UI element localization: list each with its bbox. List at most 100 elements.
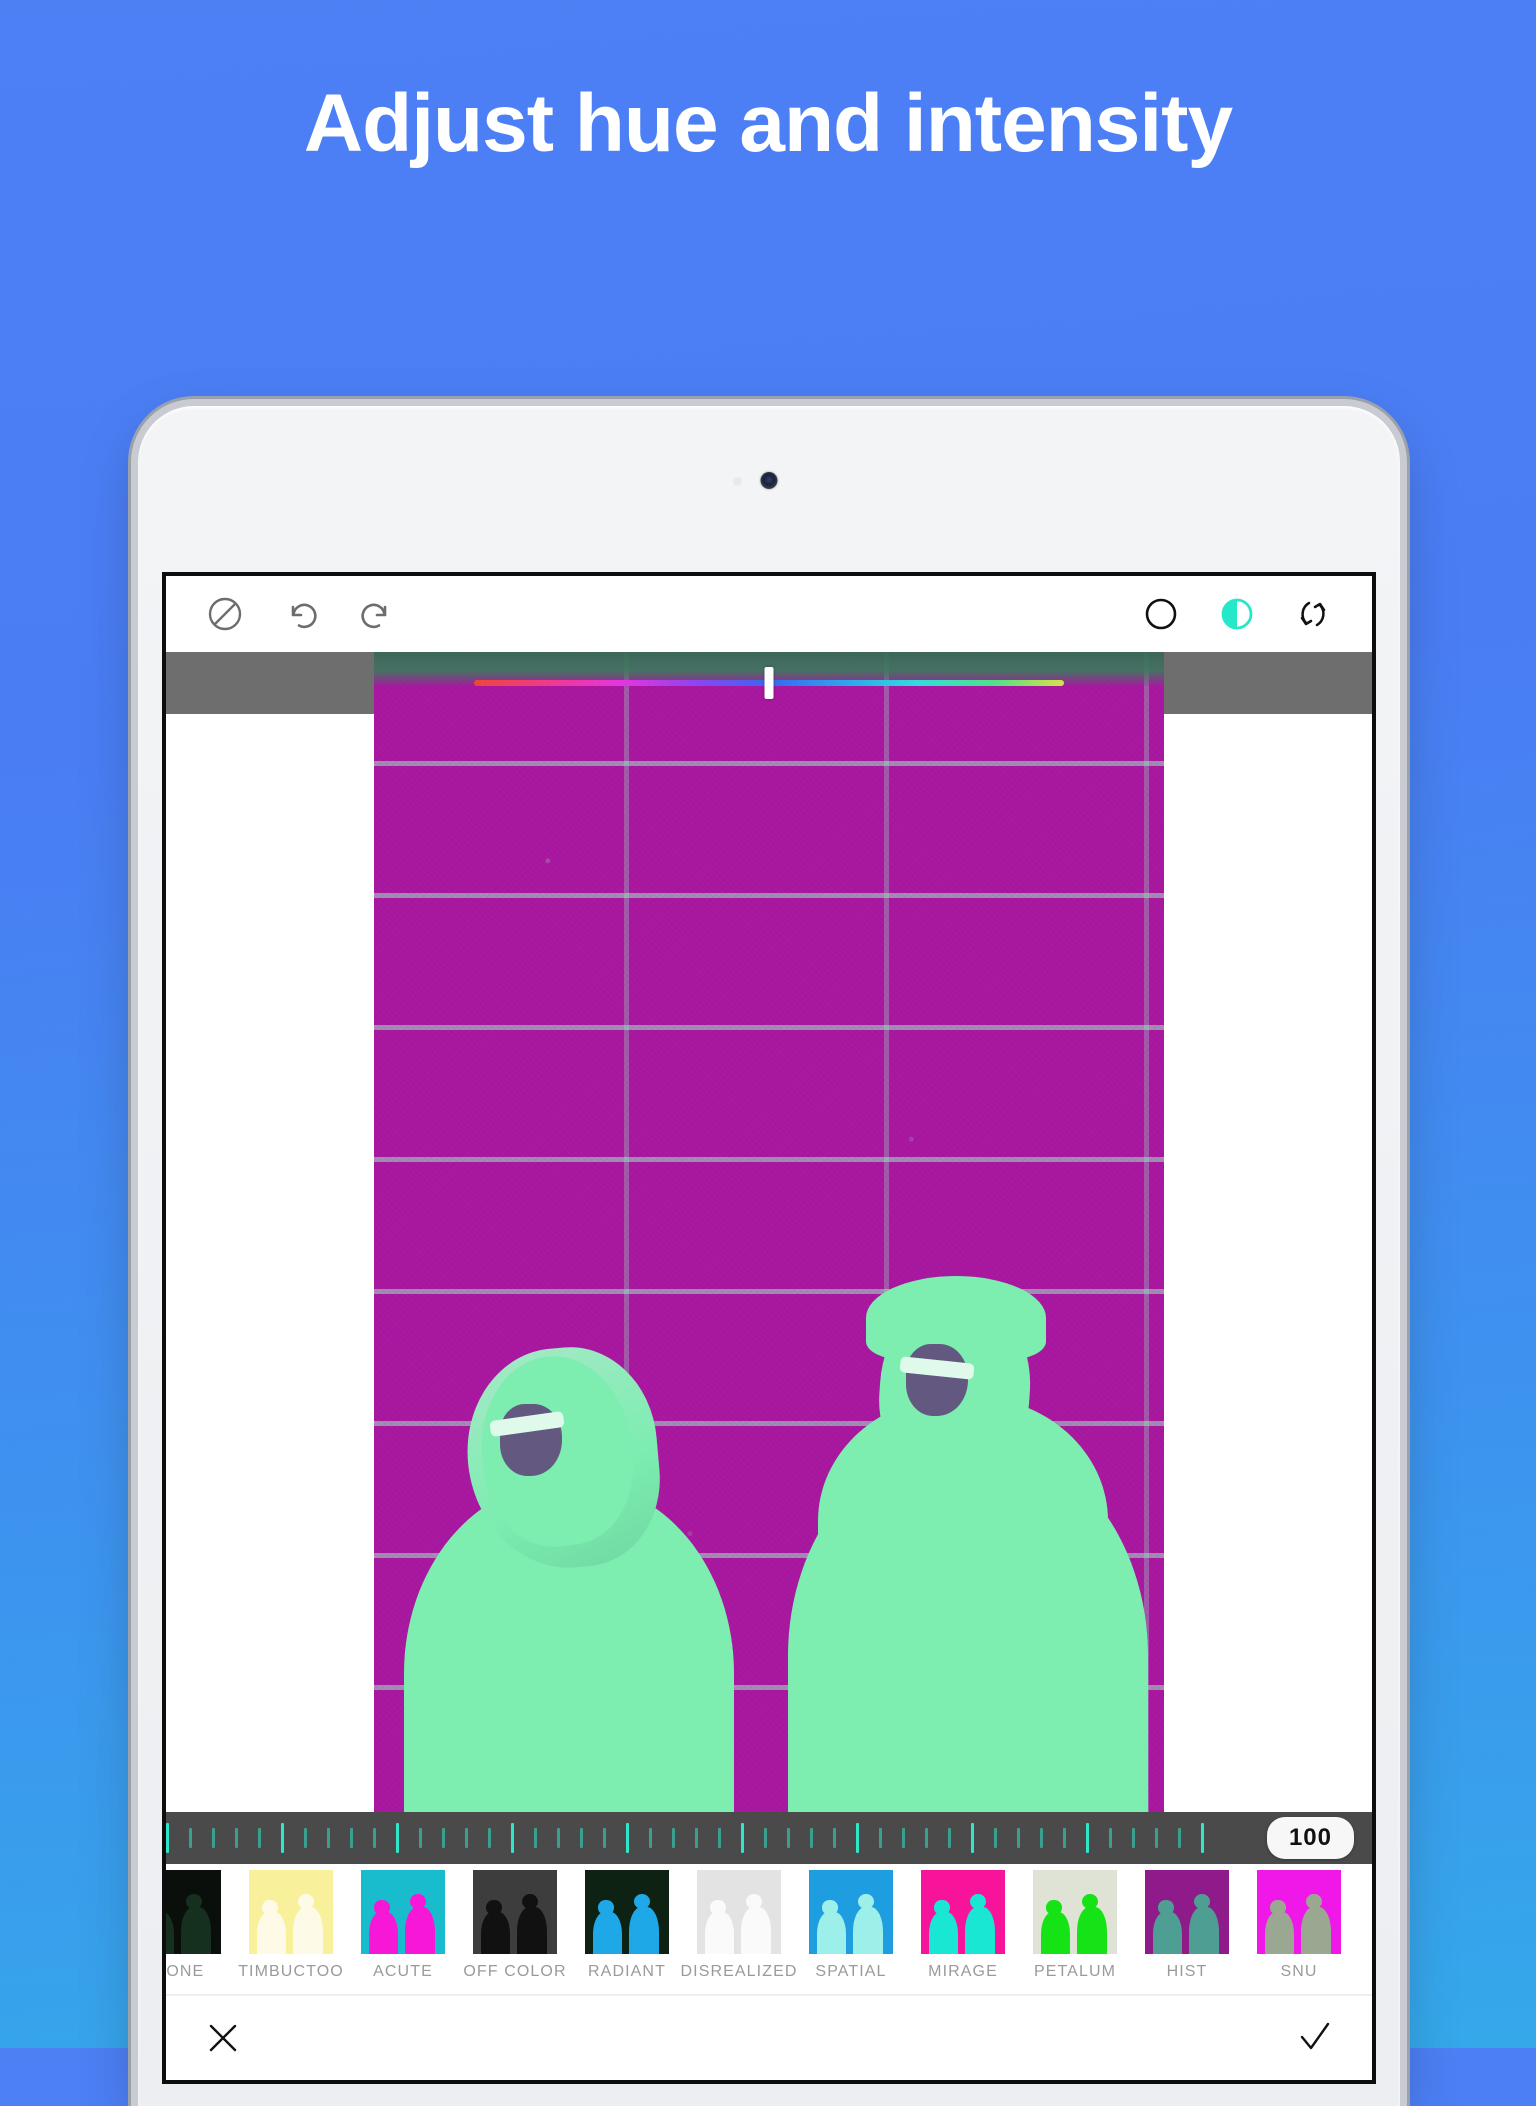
thumbnail-subject bbox=[1300, 1906, 1331, 1954]
page-title: Adjust hue and intensity bbox=[303, 78, 1233, 169]
photo-subject-right bbox=[788, 1276, 1148, 1812]
ruler-tick bbox=[971, 1823, 974, 1853]
thumbnail-subject bbox=[1076, 1906, 1107, 1954]
ruler-tick bbox=[1155, 1828, 1158, 1848]
filter-thumbnail bbox=[1257, 1870, 1341, 1954]
ruler-tick bbox=[442, 1828, 445, 1848]
half-circle-icon[interactable] bbox=[1214, 591, 1260, 637]
thumbnail-subject-head bbox=[374, 1900, 390, 1915]
ruler-tick bbox=[764, 1828, 767, 1848]
thumbnail-subject bbox=[369, 1912, 398, 1954]
ruler-tick bbox=[1178, 1828, 1181, 1848]
ruler-tick bbox=[281, 1823, 284, 1853]
thumbnail-subject-head bbox=[822, 1900, 838, 1915]
filter-item-mirage[interactable]: MIRAGE bbox=[908, 1870, 1018, 1981]
filter-label: TIMBUCTOO bbox=[238, 1963, 344, 1980]
thumbnail-subject-head bbox=[1158, 1900, 1174, 1915]
tablet-device: 100 NONE TIMBUCTOO ACUTE OFF COLOR RADIANT DI… bbox=[138, 406, 1400, 2106]
thumbnail-subject bbox=[852, 1906, 883, 1954]
thumbnail-subject-head bbox=[486, 1900, 502, 1915]
filter-label: RADIANT bbox=[588, 1963, 666, 1980]
photo-canvas[interactable] bbox=[166, 652, 1372, 1812]
circle-outline-icon[interactable] bbox=[1138, 591, 1184, 637]
intensity-ruler[interactable]: 100 bbox=[166, 1812, 1372, 1864]
ruler-tick bbox=[718, 1828, 721, 1848]
ruler-tick bbox=[166, 1823, 169, 1853]
compare-arrows-icon[interactable] bbox=[1290, 591, 1336, 637]
close-icon[interactable] bbox=[200, 2015, 246, 2061]
ruler-tick bbox=[534, 1828, 537, 1848]
thumbnail-subject bbox=[1041, 1912, 1070, 1954]
check-icon[interactable] bbox=[1292, 2015, 1338, 2061]
ruler-tick bbox=[856, 1823, 859, 1853]
ruler-tick bbox=[695, 1828, 698, 1848]
thumbnail-subject bbox=[929, 1912, 958, 1954]
ruler-tick bbox=[1040, 1828, 1043, 1848]
ruler-tick bbox=[994, 1828, 997, 1848]
editor-action-bar bbox=[166, 1994, 1372, 2080]
ruler-tick bbox=[327, 1828, 330, 1848]
ruler-tick bbox=[465, 1828, 468, 1848]
filter-label: ACUTE bbox=[373, 1963, 433, 1980]
ruler-tick bbox=[948, 1828, 951, 1848]
subject-face bbox=[906, 1344, 968, 1416]
filter-label: PETALUM bbox=[1033, 1963, 1117, 1980]
thumbnail-subject-head bbox=[1046, 1900, 1062, 1915]
filter-thumbnail bbox=[361, 1870, 445, 1954]
filter-item-none[interactable]: NONE bbox=[166, 1870, 234, 1981]
filter-item-off-color[interactable]: OFF COLOR bbox=[460, 1870, 570, 1981]
ruler-tick bbox=[258, 1828, 261, 1848]
thumbnail-subject bbox=[817, 1912, 846, 1954]
intensity-value-badge: 100 bbox=[1266, 1817, 1354, 1859]
toolbar-left-group bbox=[202, 591, 400, 637]
ruler-tick bbox=[419, 1828, 422, 1848]
thumbnail-subject bbox=[740, 1906, 771, 1954]
thumbnail-subject bbox=[481, 1912, 510, 1954]
filter-item-snu[interactable]: SNU bbox=[1244, 1870, 1354, 1981]
thumbnail-subject bbox=[516, 1906, 547, 1954]
filter-item-petalum[interactable]: PETALUM bbox=[1020, 1870, 1130, 1981]
ruler-tick bbox=[189, 1828, 192, 1848]
thumbnail-subject bbox=[964, 1906, 995, 1954]
ambient-sensor-icon bbox=[733, 477, 742, 486]
ruler-tick bbox=[787, 1828, 790, 1848]
filter-strip[interactable]: NONE TIMBUCTOO ACUTE OFF COLOR RADIANT DISREA… bbox=[166, 1864, 1372, 1994]
thumbnail-subject-head bbox=[262, 1900, 278, 1915]
intensity-ticks bbox=[166, 1812, 1372, 1864]
thumbnail-subject bbox=[705, 1912, 734, 1954]
filter-label: NONE bbox=[166, 1963, 205, 1980]
filter-item-disrealized[interactable]: DISREALIZED bbox=[681, 1870, 796, 1981]
thumbnail-subject-head bbox=[1270, 1900, 1286, 1915]
redo-icon[interactable] bbox=[354, 591, 400, 637]
filter-item-radiant[interactable]: RADIANT bbox=[572, 1870, 682, 1981]
ruler-tick bbox=[304, 1828, 307, 1848]
ruler-tick bbox=[235, 1828, 238, 1848]
hue-slider[interactable] bbox=[474, 667, 1064, 699]
ruler-tick bbox=[1086, 1823, 1089, 1853]
filter-thumbnail bbox=[249, 1870, 333, 1954]
undo-icon[interactable] bbox=[278, 591, 324, 637]
filter-item-timbuctoo[interactable]: TIMBUCTOO bbox=[236, 1870, 346, 1981]
ruler-tick bbox=[557, 1828, 560, 1848]
thumbnail-subject bbox=[593, 1912, 622, 1954]
thumbnail-subject-head bbox=[598, 1900, 614, 1915]
filter-item-acute[interactable]: ACUTE bbox=[348, 1870, 458, 1981]
filter-label: SPATIAL bbox=[815, 1963, 887, 1980]
filter-thumbnail bbox=[1033, 1870, 1117, 1954]
no-filter-icon[interactable] bbox=[202, 591, 248, 637]
ruler-tick bbox=[925, 1828, 928, 1848]
thumbnail-subject bbox=[628, 1906, 659, 1954]
filter-label: OFF COLOR bbox=[463, 1963, 567, 1980]
filter-item-hist[interactable]: HIST bbox=[1132, 1870, 1242, 1981]
filter-item-spatial[interactable]: SPATIAL bbox=[796, 1870, 906, 1981]
photo-subject-left bbox=[404, 1340, 734, 1812]
thumbnail-subject bbox=[257, 1912, 286, 1954]
filter-thumbnail bbox=[809, 1870, 893, 1954]
ruler-tick bbox=[580, 1828, 583, 1848]
hue-slider-handle[interactable] bbox=[764, 667, 774, 699]
ruler-tick bbox=[879, 1828, 882, 1848]
thumbnail-subject-head bbox=[934, 1900, 950, 1915]
edited-photo[interactable] bbox=[374, 652, 1164, 1812]
thumbnail-subject bbox=[1153, 1912, 1182, 1954]
filter-label: MIRAGE bbox=[928, 1963, 998, 1980]
